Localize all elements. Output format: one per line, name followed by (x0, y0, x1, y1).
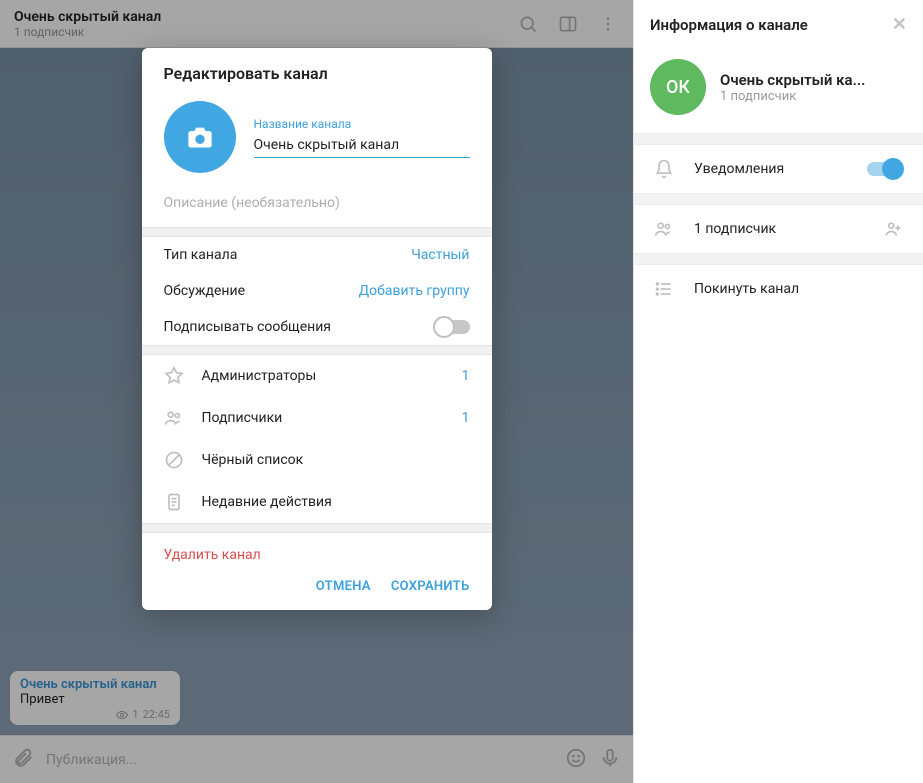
edit-channel-modal: Редактировать канал Название канала Опис… (142, 48, 492, 610)
delete-channel-button[interactable]: Удалить канал (142, 533, 492, 567)
subscribers-info-row[interactable]: 1 подписчик (634, 205, 923, 253)
divider (634, 253, 923, 265)
notifications-row[interactable]: Уведомления (634, 145, 923, 193)
camera-icon (186, 123, 214, 151)
channel-name: Очень скрытый ка... (720, 71, 865, 89)
channel-type-row[interactable]: Тип канала Частный (142, 237, 492, 273)
channel-profile[interactable]: ОК Очень скрытый ка... 1 подписчик (634, 49, 923, 133)
bell-icon (654, 159, 674, 179)
administrators-row[interactable]: Администраторы 1 (142, 355, 492, 397)
modal-title: Редактировать канал (164, 64, 470, 83)
sign-messages-row[interactable]: Подписывать сообщения (142, 309, 492, 345)
people-icon (654, 219, 674, 239)
divider (634, 193, 923, 205)
avatar: ОК (650, 59, 706, 115)
description-input[interactable]: Описание (необязательно) (164, 193, 470, 211)
blacklist-row[interactable]: Чёрный список (142, 439, 492, 481)
discussion-row[interactable]: Обсуждение Добавить группу (142, 273, 492, 309)
divider (142, 227, 492, 237)
subscribers-row[interactable]: Подписчики 1 (142, 397, 492, 439)
divider (142, 345, 492, 355)
people-icon (164, 408, 184, 428)
save-button[interactable]: СОХРАНИТЬ (391, 579, 470, 594)
block-icon (164, 450, 184, 470)
close-icon[interactable]: ✕ (892, 14, 907, 35)
recent-actions-row[interactable]: Недавние действия (142, 481, 492, 523)
modal-overlay[interactable]: Редактировать канал Название канала Опис… (0, 0, 633, 783)
info-panel-title: Информация о канале (650, 16, 808, 34)
channel-sub-count: 1 подписчик (720, 89, 865, 104)
leave-channel-row[interactable]: Покинуть канал (634, 265, 923, 313)
star-icon (164, 366, 184, 386)
add-user-icon[interactable] (883, 219, 903, 239)
sign-messages-toggle[interactable] (434, 320, 470, 334)
divider (634, 133, 923, 145)
log-icon (164, 492, 184, 512)
cancel-button[interactable]: ОТМЕНА (316, 579, 371, 594)
channel-name-label: Название канала (254, 117, 470, 131)
channel-name-input[interactable] (254, 133, 470, 158)
divider (142, 523, 492, 533)
notifications-toggle[interactable] (867, 162, 903, 176)
channel-photo-button[interactable] (164, 101, 236, 173)
list-icon (654, 279, 674, 299)
